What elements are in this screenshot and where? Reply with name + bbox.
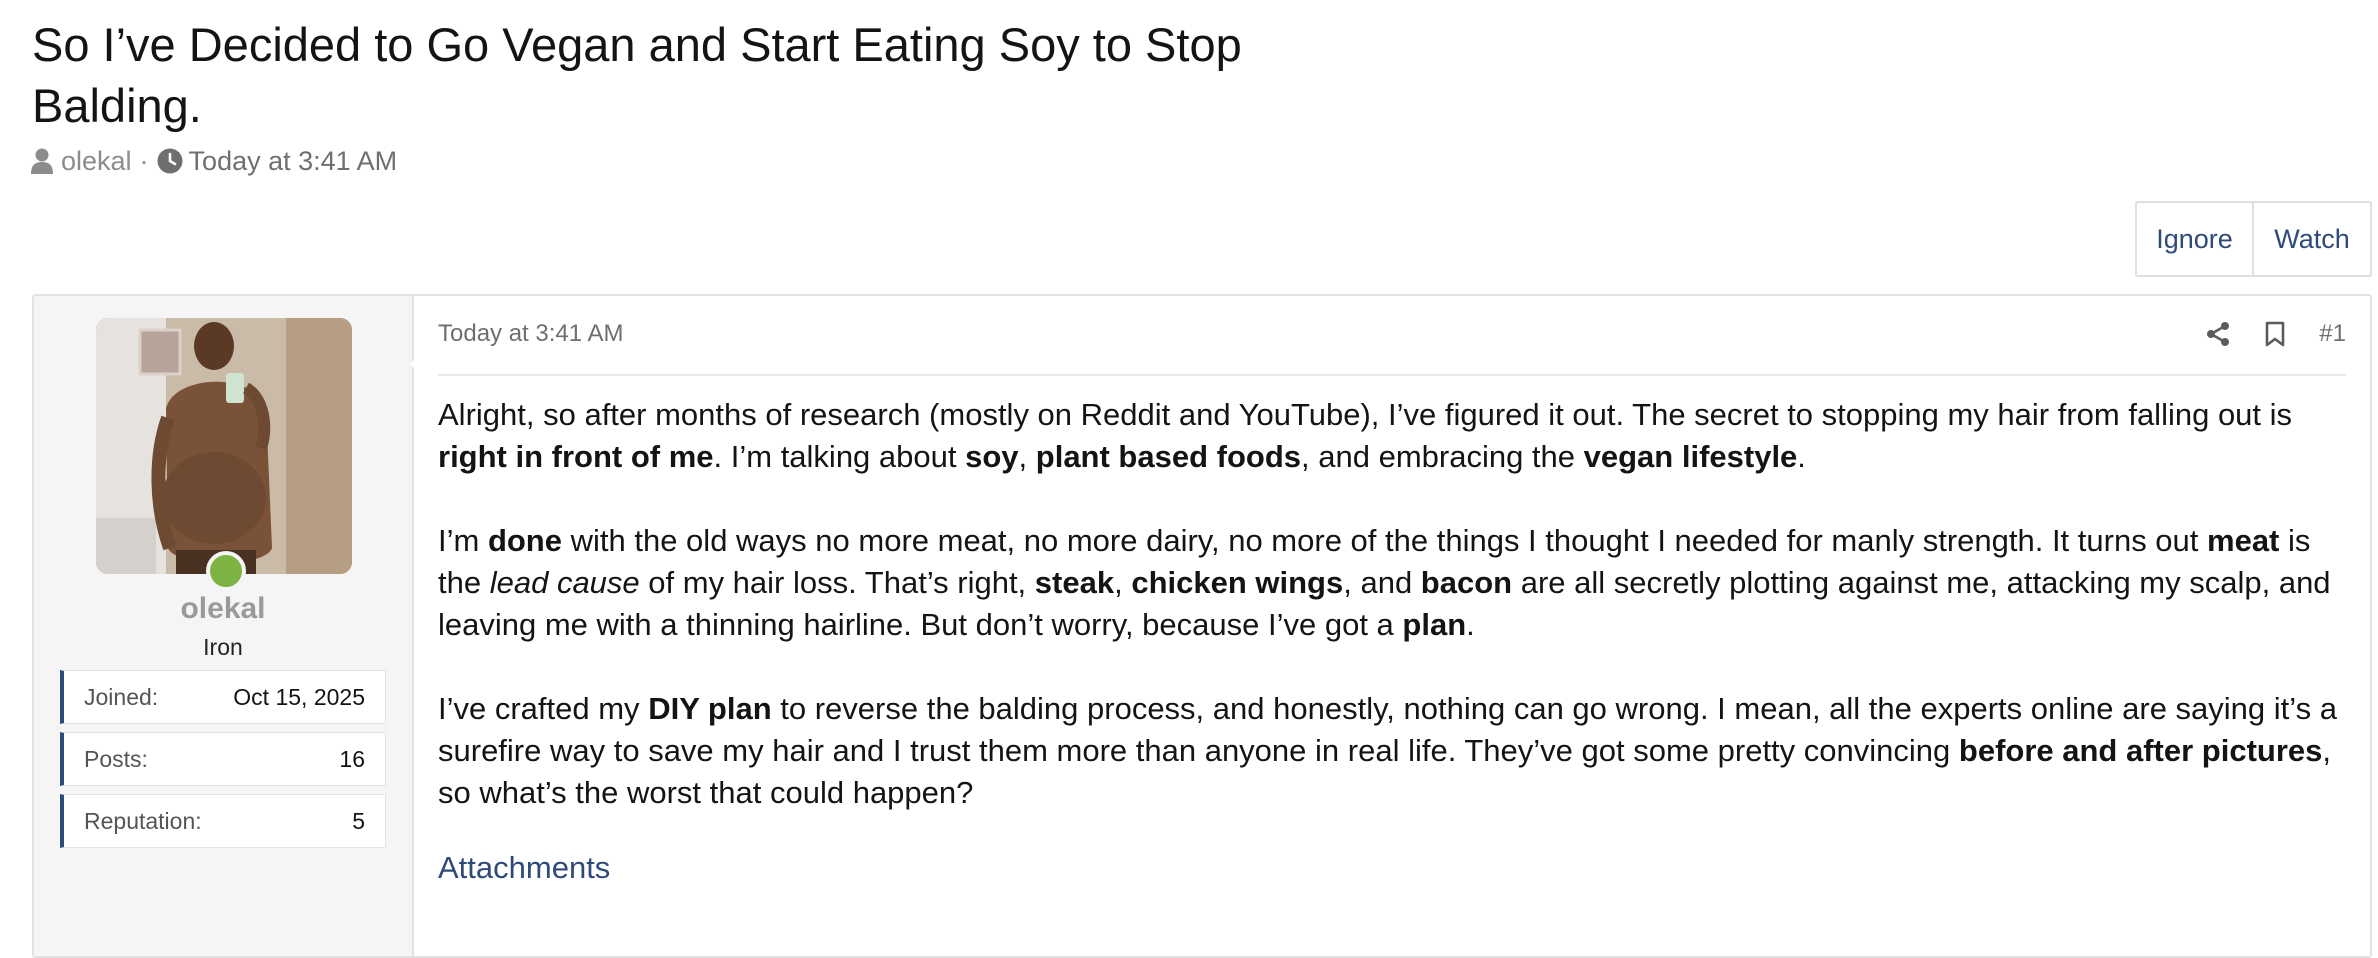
user-icon xyxy=(31,148,53,174)
stat-label: Posts: xyxy=(84,745,148,772)
post-user-cell: olekal Iron Joined: Oct 15, 2025 Posts: … xyxy=(34,296,414,956)
post-paragraph-1: Alright, so after months of research (mo… xyxy=(438,397,2293,474)
thread-author-link[interactable]: olekal xyxy=(61,146,132,177)
post-username[interactable]: olekal xyxy=(34,592,412,626)
thread-title: So I’ve Decided to Go Vegan and Start Ea… xyxy=(32,18,1242,132)
post-message: olekal Iron Joined: Oct 15, 2025 Posts: … xyxy=(32,294,2372,958)
stat-value: 5 xyxy=(352,807,365,834)
stat-label: Joined: xyxy=(84,683,159,710)
stat-label: Reputation: xyxy=(84,807,202,834)
meta-separator: · xyxy=(139,145,149,176)
stat-reputation: Reputation: 5 xyxy=(60,794,386,848)
post-paragraph-3: I’ve crafted my DIY plan to reverse the … xyxy=(438,691,2337,810)
user-stats: Joined: Oct 15, 2025 Posts: 16 Reputatio… xyxy=(60,670,386,856)
online-status-indicator xyxy=(206,551,246,591)
stat-value[interactable]: 16 xyxy=(339,746,365,773)
ignore-button[interactable]: Ignore xyxy=(2137,203,2252,275)
user-title: Iron xyxy=(203,634,243,660)
post-date-link[interactable]: Today at 3:41 AM xyxy=(438,320,623,348)
thread-action-buttons: Ignore Watch xyxy=(2135,201,2372,277)
post-actions: #1 xyxy=(2171,316,2346,352)
attachments-heading: Attachments xyxy=(438,850,611,885)
watch-button[interactable]: Watch xyxy=(2252,203,2370,275)
post-paragraph-2: I’m done with the old ways no more meat,… xyxy=(438,523,2331,642)
stat-value: Oct 15, 2025 xyxy=(233,683,365,710)
share-icon[interactable] xyxy=(2205,321,2231,347)
thread-meta: olekal · Today at 3:41 AM xyxy=(31,143,397,179)
post-body: Alright, so after months of research (mo… xyxy=(438,394,2346,856)
post-header: Today at 3:41 AM #1 xyxy=(438,296,2346,376)
post-main-cell: Today at 3:41 AM #1 Alright, so after mo… xyxy=(414,296,2370,956)
thread-date-link[interactable]: Today at 3:41 AM xyxy=(189,146,398,177)
clock-icon xyxy=(157,148,183,174)
stat-joined: Joined: Oct 15, 2025 xyxy=(60,670,386,724)
post-number-link[interactable]: #1 xyxy=(2319,320,2346,348)
stat-posts: Posts: 16 xyxy=(60,732,386,786)
avatar[interactable] xyxy=(96,318,352,574)
bookmark-icon[interactable] xyxy=(2265,321,2285,347)
